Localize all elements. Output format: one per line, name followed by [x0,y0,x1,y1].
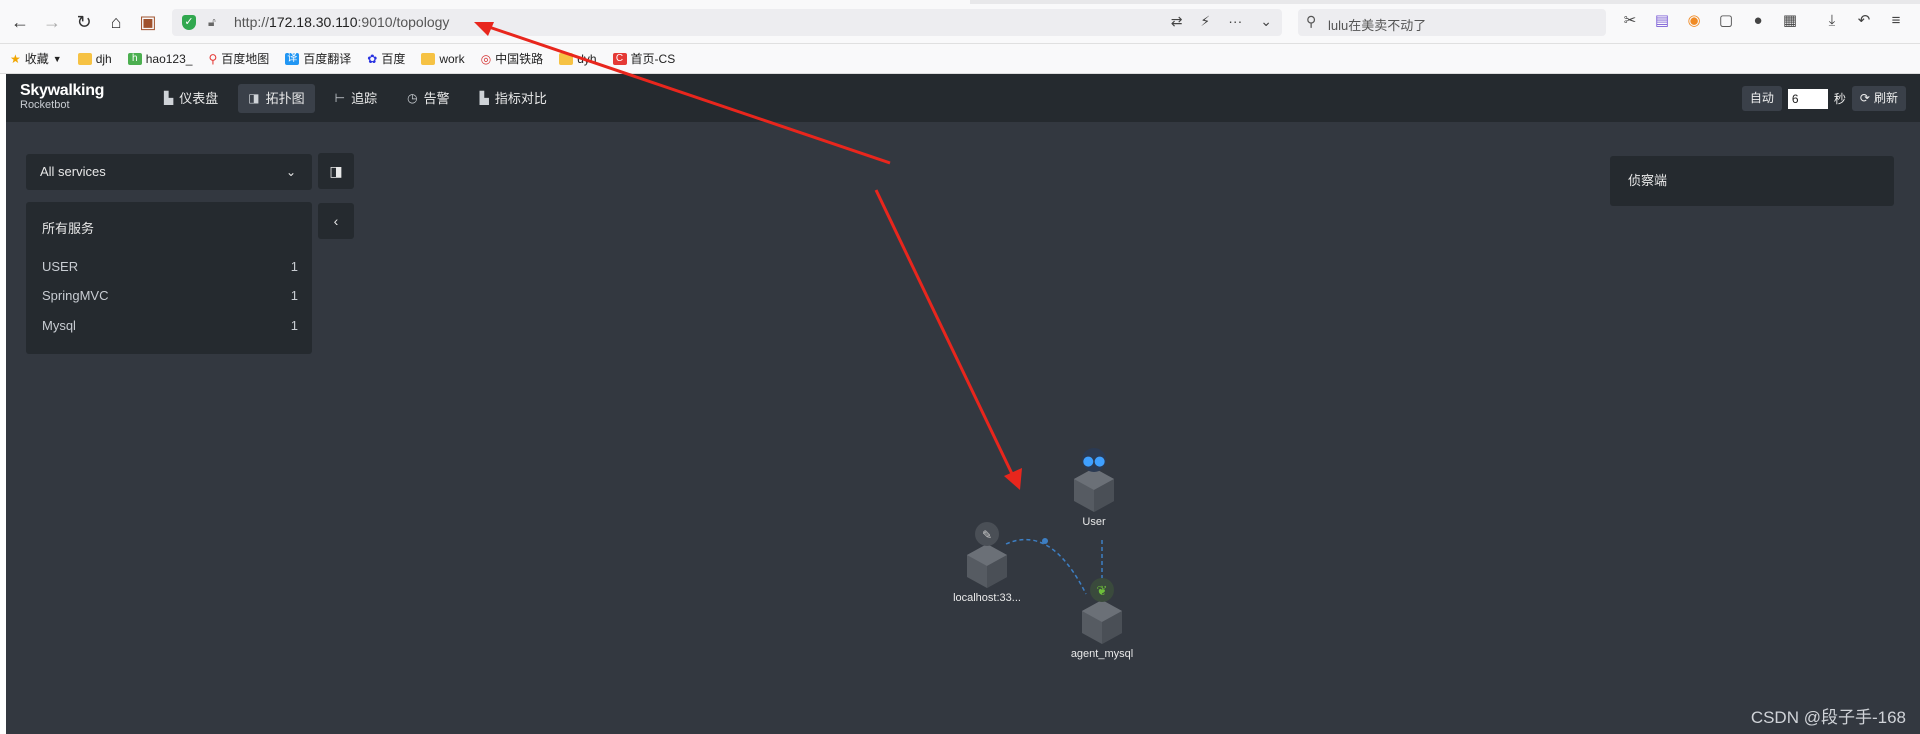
bookmark-item[interactable]: ★ 收藏 ▼ [10,50,62,67]
more-icon[interactable]: ··· [1228,13,1242,30]
back-icon[interactable]: ← [10,12,30,32]
folder-icon [559,52,574,65]
extension-icon[interactable]: ● [1748,10,1768,32]
skywalking-app: Skywalking Rocketbot ▙ 仪表盘 ◨ 拓扑图 ⊢ 追踪 ◷ 告警 ▙… [6,74,1920,734]
link-dot [1042,538,1048,544]
folder-icon [77,52,92,65]
map-pin-icon: ⚲ [208,51,218,66]
game-icon[interactable]: ◉ [1684,10,1704,32]
node-label: localhost:33... [953,592,1021,604]
lightning-icon[interactable]: ⚡︎ [1200,13,1210,30]
topology-node-agent-mysql[interactable]: ❦ [1082,578,1122,644]
scissors-icon[interactable]: ✂ [1620,10,1640,32]
topology-node-user[interactable]: ●● [1074,448,1114,512]
bookmarks-bar: ★ 收藏 ▼ djh h hao123_ ⚲ 百度地图 译百度翻译 ✿ 百度 work ◎… [0,44,1920,74]
tab-strip [0,0,1920,4]
star-icon: ★ [10,51,21,66]
svg-text:●●: ●● [1083,454,1106,469]
topology-link[interactable] [1005,538,1087,595]
bookmark-item[interactable]: ⚲ 百度地图 [208,50,269,67]
search-icon: ⚲ [1306,13,1317,29]
briefcase-icon[interactable]: ▣ [138,12,158,32]
browser-toolbar: ← → ↻ ⌂ ▣ ✓ 🔓︎ http://172.18.30.110:9010… [0,0,1920,44]
browser-tools: ✂ ▤ ◉ ▢ ● ▦ ⤓ ↶ ≡ [1620,10,1906,32]
svg-text:✎: ✎ [982,528,992,542]
bookmark-item[interactable]: h hao123_ [127,52,192,66]
topology-graph: ●● ✎ ❦ [967,448,1122,644]
translate-ext-icon[interactable]: ▤ [1652,10,1672,32]
bookmark-item[interactable]: 译百度翻译 [285,50,351,67]
csdn-icon: C [612,52,627,65]
bookmark-item[interactable]: work [421,52,465,66]
insecure-lock-icon[interactable]: 🔓︎ [208,15,222,29]
menu-icon[interactable]: ≡ [1886,10,1906,32]
url-actions: ⇄ ⚡︎ ··· ⌄ [1171,13,1272,30]
topology-node-localhost[interactable]: ✎ [967,522,1007,588]
search-bar[interactable]: ⚲ lulu在美卖不动了 [1298,9,1606,36]
bookmark-item[interactable]: ◎ 中国铁路 [481,50,544,67]
baidu-icon: ✿ [367,51,378,66]
address-bar[interactable]: ✓ 🔓︎ http://172.18.30.110:9010/topology … [172,9,1282,36]
hao123-icon: h [127,52,142,65]
svg-text:❦: ❦ [1097,584,1108,599]
watermark: CSDN @段子手-168 [1750,708,1906,727]
translate-icon[interactable]: ⇄ [1171,13,1183,30]
bookmark-item[interactable]: ✿ 百度 [367,50,405,67]
bookmark-item[interactable]: djh [77,52,112,66]
node-label: agent_mysql [1070,648,1134,660]
url-text[interactable]: http://172.18.30.110:9010/topology [234,14,449,30]
shield-icon[interactable]: ✓ [182,15,196,30]
reload-icon[interactable]: ↻ [74,12,94,32]
translate-icon: 译 [285,52,300,65]
bookmark-item[interactable]: C 首页-CS [612,50,675,67]
download-icon[interactable]: ⤓ [1822,10,1842,32]
folder-icon [421,52,436,65]
chevron-down-icon[interactable]: ⌄ [1260,13,1272,30]
active-tab[interactable] [0,0,970,4]
undo-icon[interactable]: ↶ [1854,10,1874,32]
chevron-down-icon: ▼ [52,53,62,64]
home-icon[interactable]: ⌂ [106,12,126,32]
reader-icon[interactable]: ▢ [1716,10,1736,32]
apps-grid-icon[interactable]: ▦ [1780,10,1800,32]
node-label: User [1082,516,1106,528]
search-input[interactable]: lulu在美卖不动了 [1328,15,1426,34]
bookmark-item[interactable]: dyh [559,52,597,66]
forward-icon[interactable]: → [42,12,62,32]
rail-icon: ◎ [480,51,492,66]
